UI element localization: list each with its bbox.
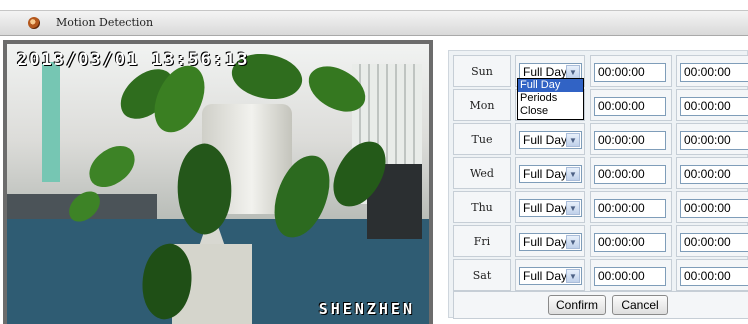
end-time-input[interactable]: 00:00:00 xyxy=(680,199,748,218)
time-mode-select[interactable]: Full Day▼ xyxy=(519,233,582,251)
end-time-cell: 00:00:00 xyxy=(676,55,748,87)
time-mode-select[interactable]: Full Day▼ xyxy=(519,199,582,217)
end-time-cell: 00:00:00 xyxy=(676,259,748,291)
chevron-down-icon[interactable]: ▼ xyxy=(566,133,580,147)
end-time-input[interactable]: 00:00:00 xyxy=(680,131,748,150)
dropdown-option[interactable]: Close xyxy=(518,105,583,118)
time-mode-value: Full Day xyxy=(523,167,568,181)
start-time-input[interactable]: 00:00:00 xyxy=(594,199,666,218)
mode-cell: Full Day▼ xyxy=(515,191,585,223)
schedule-row-thu: Thu Full Day ▼ 00:00:00 00:00:00 xyxy=(453,191,748,223)
button-row: Confirm Cancel xyxy=(453,291,748,319)
dropdown-option[interactable]: Full Day xyxy=(518,79,583,92)
end-time-cell: 00:00:00 xyxy=(676,89,748,121)
chevron-down-icon[interactable]: ▼ xyxy=(566,167,580,181)
start-time-input[interactable]: 00:00:00 xyxy=(594,233,666,252)
mode-cell: Full Day▼ xyxy=(515,259,585,291)
mode-cell: Full Day▼ xyxy=(515,157,585,189)
start-time-cell: 00:00:00 xyxy=(590,157,672,189)
mode-cell: Full Day▼ xyxy=(515,123,585,155)
time-mode-value: Full Day xyxy=(523,133,568,147)
live-video-preview: 2013/03/01 13:56:13 SHENZHEN xyxy=(7,44,429,324)
mode-cell: Full Day▼ xyxy=(515,225,585,257)
time-mode-select[interactable]: Full Day▼ xyxy=(519,165,582,183)
time-mode-value: Full Day xyxy=(523,201,568,215)
chevron-down-icon[interactable]: ▼ xyxy=(566,65,580,79)
start-time-cell: 00:00:00 xyxy=(590,55,672,87)
start-time-cell: 00:00:00 xyxy=(590,191,672,223)
schedule-row-sun: Sun Full Day ▼ 00:00:00 00:00:00 xyxy=(453,55,748,87)
end-time-input[interactable]: 00:00:00 xyxy=(680,63,748,82)
time-mode-select[interactable]: Full Day▼ xyxy=(519,267,582,285)
end-time-cell: 00:00:00 xyxy=(676,191,748,223)
cancel-button[interactable]: Cancel xyxy=(612,295,668,315)
end-time-input[interactable]: 00:00:00 xyxy=(680,165,748,184)
schedule-row-sat: Sat Full Day ▼ 00:00:00 00:00:00 xyxy=(453,259,748,291)
start-time-input[interactable]: 00:00:00 xyxy=(594,97,666,116)
schedule-row-fri: Fri Full Day ▼ 00:00:00 00:00:00 xyxy=(453,225,748,257)
schedule-row-wed: Wed Full Day ▼ 00:00:00 00:00:00 xyxy=(453,157,748,189)
title-bar: Motion Detection xyxy=(0,10,748,36)
camera-icon xyxy=(28,17,40,29)
schedule-row-tue: Tue Full Day ▼ 00:00:00 00:00:00 xyxy=(453,123,748,155)
time-mode-dropdown-list[interactable]: Full Day Periods Close xyxy=(517,78,584,120)
start-time-cell: 00:00:00 xyxy=(590,259,672,291)
start-time-cell: 00:00:00 xyxy=(590,89,672,121)
chevron-down-icon[interactable]: ▼ xyxy=(566,235,580,249)
schedule-row-mon: MonFull Day▼00:00:0000:00:00 xyxy=(453,89,748,121)
day-label: Sun xyxy=(453,55,511,87)
confirm-button[interactable]: Confirm xyxy=(548,295,606,315)
end-time-input[interactable]: 00:00:00 xyxy=(680,233,748,252)
day-label: Wed xyxy=(453,157,511,189)
time-mode-select[interactable]: Full Day▼ xyxy=(519,131,582,149)
end-time-cell: 00:00:00 xyxy=(676,123,748,155)
day-label: Tue xyxy=(453,123,511,155)
end-time-input[interactable]: 00:00:00 xyxy=(680,97,748,116)
time-mode-value: Full Day xyxy=(523,269,568,283)
end-time-input[interactable]: 00:00:00 xyxy=(680,267,748,286)
start-time-input[interactable]: 00:00:00 xyxy=(594,267,666,286)
start-time-input[interactable]: 00:00:00 xyxy=(594,63,666,82)
chevron-down-icon[interactable]: ▼ xyxy=(566,201,580,215)
end-time-cell: 00:00:00 xyxy=(676,157,748,189)
osd-timestamp: 2013/03/01 13:56:13 xyxy=(17,50,250,70)
end-time-cell: 00:00:00 xyxy=(676,225,748,257)
osd-camera-name: SHENZHEN xyxy=(318,300,415,318)
start-time-input[interactable]: 00:00:00 xyxy=(594,165,666,184)
time-mode-value: Full Day xyxy=(523,65,568,79)
window-title: Motion Detection xyxy=(56,16,154,29)
time-mode-value: Full Day xyxy=(523,235,568,249)
day-label: Sat xyxy=(453,259,511,291)
start-time-cell: 00:00:00 xyxy=(590,225,672,257)
start-time-input[interactable]: 00:00:00 xyxy=(594,131,666,150)
schedule-panel: SunFull Day▼00:00:0000:00:00MonFull Day▼… xyxy=(448,50,748,319)
day-label: Mon xyxy=(453,89,511,121)
chevron-down-icon[interactable]: ▼ xyxy=(566,269,580,283)
day-label: Thu xyxy=(453,191,511,223)
video-frame: 2013/03/01 13:56:13 SHENZHEN xyxy=(3,40,433,324)
dropdown-option[interactable]: Periods xyxy=(518,92,583,105)
day-label: Fri xyxy=(453,225,511,257)
start-time-cell: 00:00:00 xyxy=(590,123,672,155)
